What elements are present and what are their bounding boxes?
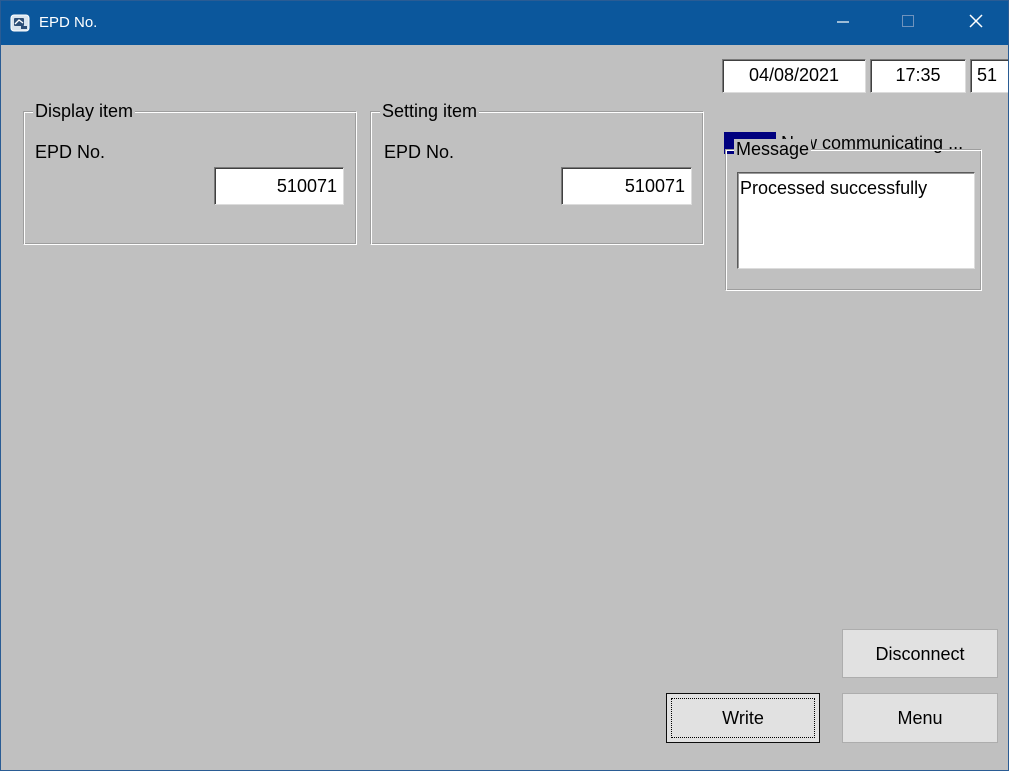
setting-epd-label: EPD No. — [384, 142, 455, 162]
write-button[interactable]: Write — [666, 693, 820, 743]
app-icon[interactable] — [10, 13, 30, 33]
maximize-button[interactable] — [880, 1, 936, 45]
message-text: Processed successfully — [737, 172, 975, 269]
disconnect-button[interactable]: Disconnect — [842, 629, 998, 678]
setting-item-legend: Setting item — [380, 101, 480, 121]
client-area: 04/08/2021 17:35 51 Now communicating ..… — [1, 45, 1008, 770]
close-button[interactable] — [948, 1, 1004, 45]
epd-window: EPD No. 04/08/2021 17:35 51 Now communic… — [0, 0, 1009, 771]
extra-field: 51 — [970, 59, 1008, 93]
title-bar[interactable]: EPD No. — [1, 1, 1008, 45]
display-item-legend: Display item — [33, 101, 136, 121]
display-epd-label: EPD No. — [35, 142, 106, 162]
maximize-icon — [901, 14, 915, 33]
time-field: 17:35 — [870, 59, 966, 93]
menu-button[interactable]: Menu — [842, 693, 998, 743]
minimize-icon — [836, 14, 850, 33]
setting-epd-input[interactable]: 510071 — [561, 167, 692, 205]
minimize-button[interactable] — [815, 1, 871, 45]
focus-ring — [671, 698, 815, 738]
close-icon — [968, 13, 984, 34]
display-epd-value: 510071 — [214, 167, 344, 205]
window-title: EPD No. — [39, 14, 98, 31]
date-field: 04/08/2021 — [722, 59, 866, 93]
message-legend: Message — [734, 139, 812, 159]
